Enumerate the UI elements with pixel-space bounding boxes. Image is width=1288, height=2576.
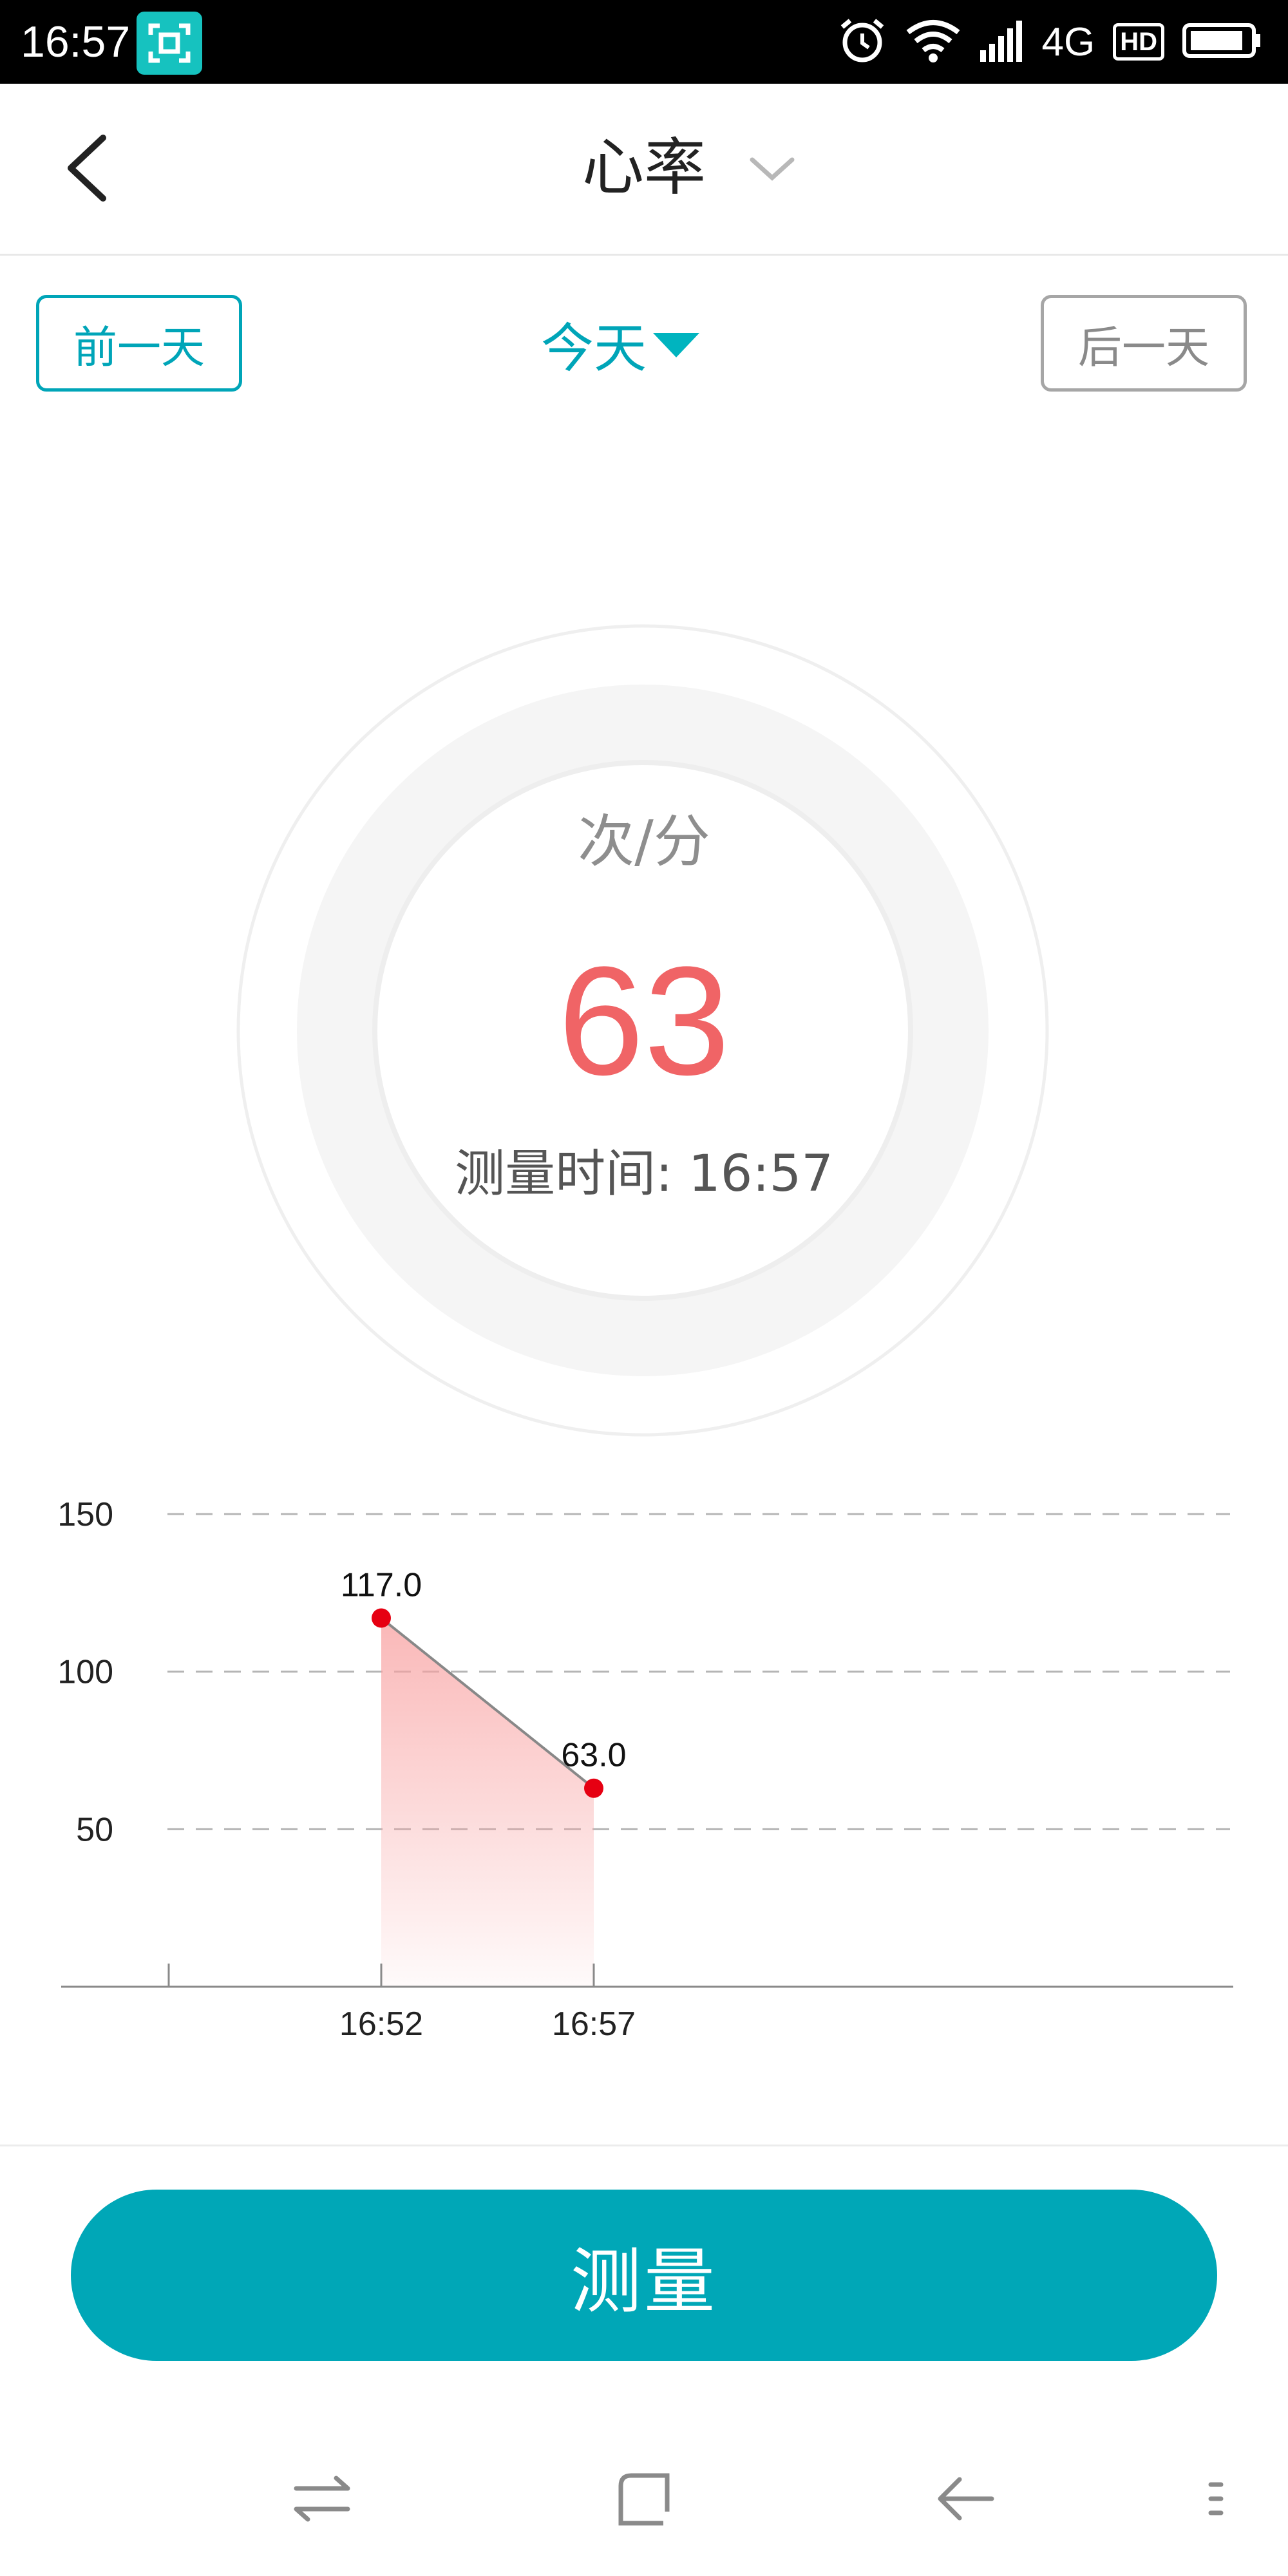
x-tick-label: 16:57: [552, 2005, 636, 2043]
y-tick-label: 50: [76, 1811, 113, 1848]
y-tick-label: 100: [57, 1654, 113, 1691]
back-icon[interactable]: [927, 2460, 1005, 2537]
app-header: 心率: [0, 84, 1288, 256]
next-day-button[interactable]: 后一天: [1041, 295, 1247, 392]
home-icon[interactable]: [605, 2460, 683, 2537]
battery-icon: [1182, 21, 1262, 62]
data-point: [584, 1778, 603, 1798]
y-tick-label: 150: [57, 1496, 113, 1533]
heart-rate-chart: 50 100 150 16:52 16:57 117.0 63.0: [0, 1468, 1288, 2067]
hd-badge: HD: [1113, 23, 1164, 61]
signal-icon: [979, 18, 1024, 66]
previous-day-button[interactable]: 前一天: [36, 295, 242, 392]
menu-icon[interactable]: [1191, 2460, 1243, 2537]
chart-area-fill: [381, 1618, 594, 1987]
heart-rate-unit: 次/分: [578, 808, 710, 875]
switch-apps-icon[interactable]: [283, 2460, 361, 2537]
caret-down-icon: [653, 333, 700, 357]
system-navigation-bar: [0, 2421, 1288, 2576]
x-tick-label: 16:52: [339, 2005, 423, 2043]
date-selector[interactable]: 今天: [541, 308, 700, 379]
alarm-icon: [837, 15, 887, 68]
data-label: 117.0: [341, 1567, 422, 1604]
screenshot-icon: [137, 12, 202, 75]
chevron-down-icon[interactable]: [744, 149, 800, 188]
measurement-time: 测量时间: 16:57: [455, 1145, 833, 1203]
status-bar: 16:57 4G HD: [0, 0, 1288, 84]
divider: [0, 2145, 1288, 2146]
page-title[interactable]: 心率: [0, 122, 1288, 213]
date-selector-label: 今天: [541, 317, 647, 379]
status-time: 16:57: [21, 17, 131, 66]
data-point: [372, 1608, 391, 1628]
wifi-icon: [905, 18, 961, 66]
data-label: 63.0: [561, 1737, 626, 1774]
measure-button[interactable]: 测量: [71, 2190, 1217, 2361]
network-type: 4G: [1041, 19, 1095, 64]
heart-rate-value: 63: [558, 934, 730, 1107]
